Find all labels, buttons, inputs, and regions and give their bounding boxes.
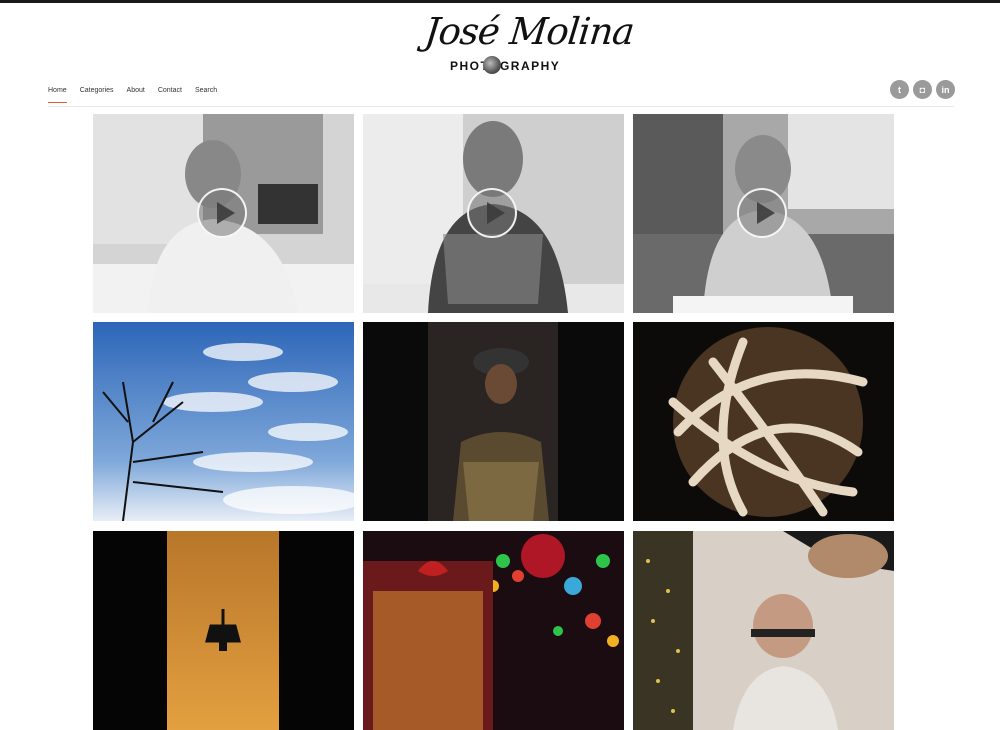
- play-icon[interactable]: [197, 188, 247, 238]
- social-links: t ◘ in: [890, 80, 955, 99]
- play-icon[interactable]: [737, 188, 787, 238]
- photo-holiday-bokeh: [363, 531, 624, 730]
- play-icon[interactable]: [467, 188, 517, 238]
- header-divider: [48, 106, 954, 107]
- nav-about[interactable]: About: [127, 87, 145, 103]
- site-logo[interactable]: José Molina PHOTOGRAPHY: [415, 10, 636, 76]
- gallery-item-sunset-tower[interactable]: [93, 531, 354, 730]
- linkedin-icon[interactable]: in: [936, 80, 955, 99]
- photo-man-with-glasses: [633, 531, 894, 730]
- nav-categories[interactable]: Categories: [80, 87, 114, 103]
- photo-tree-and-sky: [93, 322, 354, 521]
- camera-lens-icon: [483, 56, 501, 74]
- gallery-item-video-3[interactable]: [633, 114, 894, 313]
- twitter-icon[interactable]: t: [890, 80, 909, 99]
- logo-signature: José Molina: [422, 10, 636, 53]
- nav-contact[interactable]: Contact: [158, 87, 182, 103]
- top-bar: [0, 0, 1000, 3]
- gallery-item-tree-sky[interactable]: [93, 322, 354, 521]
- nav-home[interactable]: Home: [48, 87, 67, 103]
- main-nav: Home Categories About Contact Search: [48, 87, 230, 103]
- photo-woman-in-hat: [363, 322, 624, 521]
- gallery-item-woman-hat[interactable]: [363, 322, 624, 521]
- instagram-icon[interactable]: ◘: [913, 80, 932, 99]
- photo-sunset-tower: [93, 531, 354, 730]
- gallery-item-man-glasses[interactable]: [633, 531, 894, 730]
- logo-tagline: PHOTOGRAPHY: [450, 59, 561, 73]
- gallery-item-holiday-bokeh[interactable]: [363, 531, 624, 730]
- photo-wicker-ball: [633, 322, 894, 521]
- gallery-item-video-2[interactable]: [363, 114, 624, 313]
- nav-search[interactable]: Search: [195, 87, 217, 103]
- gallery-item-wicker-ball[interactable]: [633, 322, 894, 521]
- gallery-item-video-1[interactable]: [93, 114, 354, 313]
